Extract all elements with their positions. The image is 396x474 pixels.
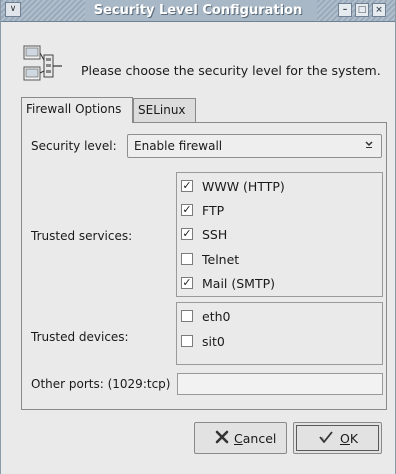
maximize-button[interactable]: □	[355, 3, 369, 17]
cancel-button[interactable]: Cancel	[194, 422, 287, 454]
tab-firewall-options-label: Firewall Options	[26, 102, 122, 116]
service-ssh-checkbox[interactable]: ✓	[181, 228, 193, 240]
trusted-devices-list: eth0 sit0	[176, 302, 383, 365]
tab-firewall-options[interactable]: Firewall Options	[21, 97, 133, 123]
cancel-x-icon	[215, 430, 229, 448]
ok-button[interactable]: OK	[293, 422, 382, 454]
service-ftp-checkbox[interactable]: ✓	[181, 204, 193, 216]
security-level-select[interactable]: Enable firewall	[127, 134, 382, 158]
title-bar[interactable]: ∨ Security Level Configuration – □ ×	[1, 0, 395, 22]
firewall-computers-icon	[23, 45, 62, 81]
service-mail-label: Mail (SMTP)	[202, 276, 276, 291]
trusted-services-label: Trusted services:	[31, 229, 133, 243]
device-sit0-label: sit0	[202, 334, 225, 349]
security-level-value: Enable firewall	[134, 139, 223, 153]
ok-check-icon	[318, 430, 334, 448]
device-eth0-checkbox[interactable]	[181, 310, 193, 322]
service-www-label: WWW (HTTP)	[202, 179, 285, 194]
header-instruction: Please choose the security level for the…	[81, 63, 381, 78]
close-button[interactable]: ×	[372, 3, 386, 17]
security-level-label: Security level:	[31, 139, 117, 153]
service-telnet-checkbox[interactable]	[181, 253, 193, 265]
tab-selinux-label: SELinux	[138, 103, 186, 117]
service-ftp-label: FTP	[202, 203, 225, 218]
service-ssh-label: SSH	[202, 227, 228, 242]
device-sit0-checkbox[interactable]	[181, 335, 193, 347]
service-www-checkbox[interactable]: ✓	[181, 180, 193, 192]
tab-selinux[interactable]: SELinux	[133, 98, 196, 122]
chevron-down-icon	[361, 138, 377, 154]
other-ports-input[interactable]	[177, 373, 383, 395]
cancel-button-label: Cancel	[234, 431, 277, 446]
other-ports-label: Other ports: (1029:tcp)	[31, 377, 171, 391]
ok-button-label: OK	[340, 431, 359, 446]
device-eth0-label: eth0	[202, 309, 231, 324]
trusted-devices-label: Trusted devices:	[31, 330, 129, 344]
trusted-services-list: ✓ WWW (HTTP) ✓ FTP ✓ SSH Telnet ✓ Mail (…	[176, 172, 383, 297]
service-telnet-label: Telnet	[202, 252, 240, 267]
minimize-button[interactable]: –	[338, 3, 352, 17]
dialog-window: ∨ Security Level Configuration – □ × Ple…	[0, 0, 396, 474]
window-title: Security Level Configuration	[93, 3, 303, 18]
service-mail-checkbox[interactable]: ✓	[181, 277, 193, 289]
